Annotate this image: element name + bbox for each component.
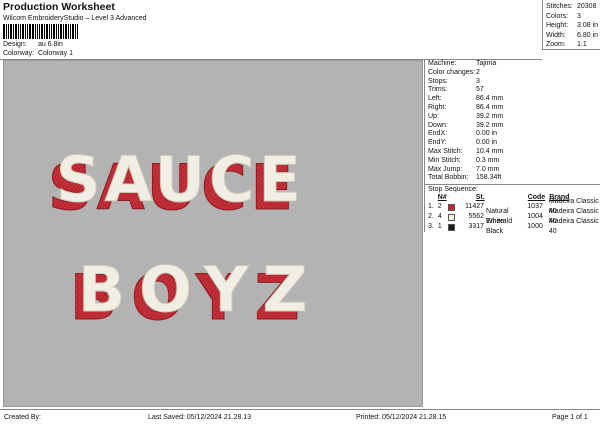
detail-label: Max Jump: xyxy=(428,165,463,173)
seq-index: 2. xyxy=(428,213,434,221)
barcode xyxy=(3,24,79,39)
seq-code: 1000 xyxy=(527,223,543,231)
col-code: Code xyxy=(527,194,546,202)
detail-label: Total Bobbin: xyxy=(428,174,469,182)
stat-value: 6.80 in xyxy=(577,31,599,39)
seq-needle: 2 xyxy=(437,203,442,211)
worksheet-title: Production Worksheet xyxy=(3,1,115,13)
seq-brand: Madeira Classic 40 xyxy=(548,218,599,236)
stats-panel: Stitches: 20308 Colors: 3 Height: 3.08 in W… xyxy=(542,0,600,50)
detail-value: 10.4 mm xyxy=(476,147,504,155)
detail-row: Up: 39.2 mm xyxy=(425,113,600,122)
detail-label: Min Stitch: xyxy=(428,156,461,164)
detail-value: 2 xyxy=(476,68,480,76)
detail-value: 0.00 in xyxy=(476,130,498,138)
seq-needle: 1 xyxy=(437,223,442,231)
detail-label: Down: xyxy=(428,121,448,129)
design-value: au 6.8in xyxy=(37,41,63,48)
stat-row: Height: 3.08 in xyxy=(546,21,600,31)
stat-label: Width: xyxy=(546,31,566,39)
seq-stitches: 11427 xyxy=(465,203,485,211)
stat-label: Stitches: xyxy=(546,3,573,10)
seq-code: 1037 xyxy=(527,203,543,211)
color-swatch xyxy=(447,223,455,231)
detail-value: 158.34ft xyxy=(476,174,502,182)
printed-date: Printed: 05/12/2024 21.28.15 xyxy=(356,414,447,421)
stat-label: Colors: xyxy=(546,12,569,20)
detail-value: 86.4 mm xyxy=(476,103,504,111)
detail-row: Min Stitch: 0.3 mm xyxy=(425,157,600,166)
detail-row: Left: 86.4 mm xyxy=(425,95,600,104)
detail-label: Stops: xyxy=(428,77,448,85)
detail-label: Machine: xyxy=(428,60,457,67)
seq-index: 1. xyxy=(428,203,434,211)
embroidery-artwork: SAUCE SAUCE BOYZ BOYZ xyxy=(48,143,322,335)
color-swatch xyxy=(447,213,455,221)
seq-code: 1004 xyxy=(527,213,543,221)
detail-label: Up: xyxy=(428,112,439,120)
stop-sequence-title: Stop Sequence: xyxy=(425,184,600,193)
seq-index: 3. xyxy=(428,223,434,231)
detail-value: 0.3 mm xyxy=(476,156,500,164)
footer: Created By: Last Saved: 05/12/2024 21.28… xyxy=(0,409,600,424)
detail-value: 39.2 mm xyxy=(476,112,504,120)
page-number: Page 1 of 1 xyxy=(552,414,588,421)
seq-stitches: 3317 xyxy=(468,223,485,231)
stat-label: Zoom: xyxy=(546,41,566,48)
details-panel: Machine: Tajima Color changes: 2 Stops: 3 Trim… xyxy=(424,60,600,235)
stat-row: Zoom: 1:1 xyxy=(546,40,600,50)
design-row: Design: au 6.8in xyxy=(3,41,63,48)
colorway-label: Colorway: xyxy=(3,50,35,57)
design-label: Design: xyxy=(3,41,27,48)
detail-row: Trims: 57 xyxy=(425,86,600,95)
created-by: Created By: xyxy=(4,414,41,421)
detail-value: 57 xyxy=(476,86,484,94)
design-text-line2: BOYZ xyxy=(78,253,322,326)
colorway-value: Colorway 1 xyxy=(37,50,73,57)
stat-label: Height: xyxy=(546,22,569,29)
stat-value: 1:1 xyxy=(577,41,587,48)
col-st: St. xyxy=(475,194,485,202)
detail-value: 7.0 mm xyxy=(476,165,500,173)
stat-row: Colors: 3 xyxy=(546,12,600,22)
detail-label: Left: xyxy=(428,95,442,103)
detail-value: 86.4 mm xyxy=(476,95,504,103)
detail-label: Right: xyxy=(428,103,447,111)
detail-row: Machine: Tajima xyxy=(425,60,600,69)
detail-row: Total Bobbin: 158.34ft xyxy=(425,174,600,183)
detail-label: EndX: xyxy=(428,130,448,138)
stat-row: Width: 6.80 in xyxy=(546,31,600,41)
detail-row: EndX: 0.00 in xyxy=(425,130,600,139)
stat-value: 3.08 in xyxy=(577,22,599,29)
detail-label: Max Stitch: xyxy=(428,147,463,155)
detail-row: Down: 39.2 mm xyxy=(425,122,600,131)
col-n: N# xyxy=(437,194,447,202)
detail-row: Max Stitch: 10.4 mm xyxy=(425,148,600,157)
detail-row: Color changes: 2 xyxy=(425,69,600,78)
colorway-row: Colorway: Colorway 1 xyxy=(3,50,73,57)
stat-row: Stitches: 20308 xyxy=(546,2,600,12)
seq-color-name: Emerald Black xyxy=(486,218,513,236)
seq-stitches: 5562 xyxy=(468,213,485,221)
detail-label: Color changes: xyxy=(428,68,476,76)
detail-value: 3 xyxy=(476,77,480,85)
detail-value: 39.2 mm xyxy=(476,121,504,129)
stat-value: 3 xyxy=(577,12,581,20)
detail-row: EndY: 0.00 in xyxy=(425,139,600,148)
seq-needle: 4 xyxy=(437,213,442,221)
color-swatch xyxy=(447,203,455,211)
design-text-line1: SAUCE xyxy=(56,143,305,216)
detail-row: Right: 86.4 mm xyxy=(425,104,600,113)
software-name: Wilcom EmbroideryStudio – Level 3 Advanc… xyxy=(3,15,147,22)
detail-value: 0.00 in xyxy=(476,139,498,147)
design-preview: SAUCE SAUCE BOYZ BOYZ xyxy=(3,60,423,407)
detail-row: Stops: 3 xyxy=(425,78,600,87)
last-saved: Last Saved: 05/12/2024 21.28.13 xyxy=(148,414,252,421)
detail-label: Trims: xyxy=(428,86,448,94)
sequence-row: 3. 1 3317 Emerald Black 1000 Madeira Classic … xyxy=(425,218,600,235)
detail-label: EndY: xyxy=(428,139,447,147)
detail-row: Max Jump: 7.0 mm xyxy=(425,166,600,175)
stat-value: 20308 xyxy=(577,3,597,10)
detail-value: Tajima xyxy=(476,60,497,67)
